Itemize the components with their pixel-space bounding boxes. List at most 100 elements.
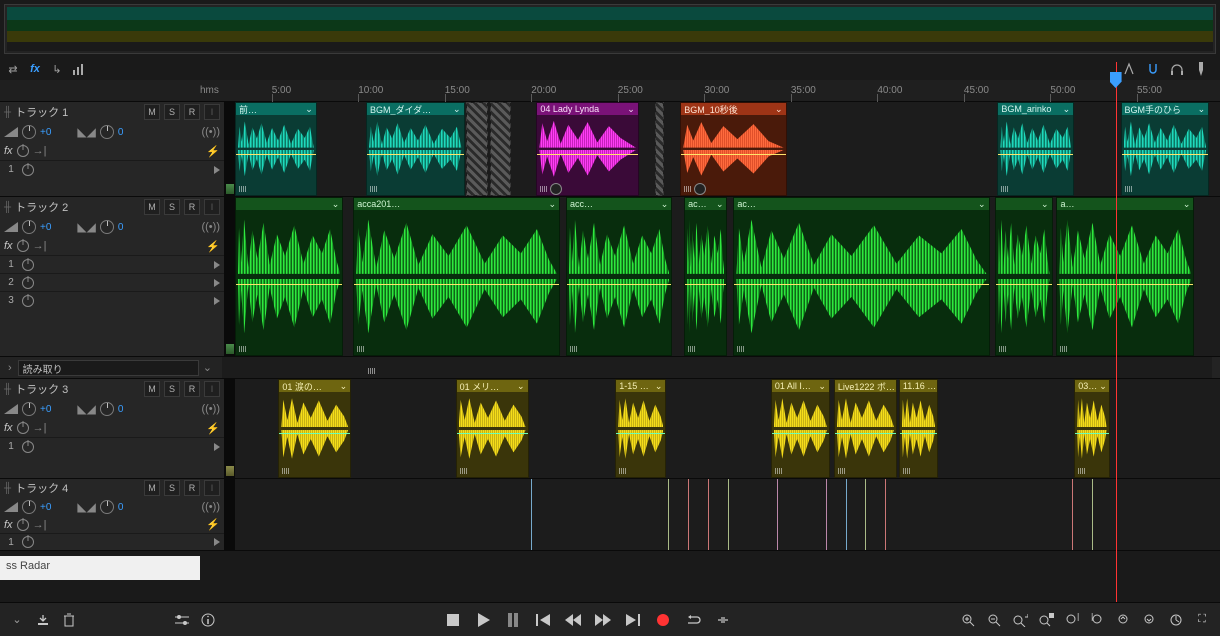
record-arm-button[interactable]: R [184, 104, 200, 120]
chevron-down-icon[interactable] [305, 104, 313, 115]
fx-label[interactable]: fx [4, 240, 13, 252]
send-expand-icon[interactable] [214, 538, 220, 546]
track-grip-icon[interactable]: ╫ [4, 107, 11, 118]
send-power-icon[interactable] [22, 259, 34, 271]
loop-button[interactable] [685, 612, 701, 628]
volume-value[interactable]: +0 [40, 404, 51, 415]
audio-clip[interactable]: acca201… [353, 197, 560, 356]
pause-button[interactable] [505, 612, 521, 628]
audio-clip[interactable]: BGM手のひら [1121, 102, 1210, 196]
monitor-input-button[interactable]: I [204, 480, 220, 496]
chevron-down-icon[interactable] [716, 199, 724, 210]
zoom-in-point-button[interactable]: | [1064, 612, 1080, 628]
clips-area[interactable]: 前…BGM_ダイダ…04 Lady LyndaBGM_10秒後BGM_arink… [235, 102, 1220, 196]
fx-label[interactable]: fx [4, 422, 13, 434]
zoom-full-button[interactable]: ⛶ [1194, 612, 1210, 628]
record-arm-button[interactable]: R [184, 199, 200, 215]
audio-clip[interactable]: ac… [684, 197, 727, 356]
audio-clip[interactable]: ac… [733, 197, 989, 356]
pan-value[interactable]: 0 [118, 502, 124, 513]
insert-icon[interactable]: →| [33, 145, 47, 157]
skip-end-button[interactable] [625, 612, 641, 628]
audio-clip[interactable]: 01 メリ… [456, 379, 529, 478]
audio-clip[interactable]: 11.16 … [899, 379, 938, 478]
audio-clip[interactable]: 04 Lady Lynda [536, 102, 638, 196]
audio-clip[interactable]: 前… [235, 102, 317, 196]
send-expand-icon[interactable] [214, 166, 220, 174]
info-icon[interactable] [199, 611, 217, 629]
monitor-input-button[interactable]: I [204, 381, 220, 397]
stereo-icon[interactable]: ((•)) [201, 221, 220, 233]
audio-clip[interactable]: BGM_10秒後 [680, 102, 786, 196]
audio-clip[interactable] [655, 102, 665, 196]
mute-button[interactable]: M [144, 480, 160, 496]
zoom-time-button[interactable] [1168, 612, 1184, 628]
audio-clip[interactable]: a… [1056, 197, 1194, 356]
chevron-down-icon[interactable] [1183, 199, 1191, 210]
chevron-down-icon[interactable] [1041, 199, 1049, 210]
lightning-icon[interactable]: ⚡ [206, 145, 220, 158]
zoom-amplitude-in-button[interactable] [1116, 612, 1132, 628]
fx-label[interactable]: fx [4, 145, 13, 157]
chevron-down-icon[interactable] [655, 381, 663, 392]
play-button[interactable] [475, 612, 491, 628]
chevron-right-icon[interactable]: › [8, 362, 12, 374]
skip-start-button[interactable] [535, 612, 551, 628]
pan-value[interactable]: 0 [118, 127, 124, 138]
audio-clip[interactable]: acc… [566, 197, 672, 356]
stereo-icon[interactable]: ((•)) [201, 501, 220, 513]
chevron-down-icon[interactable] [775, 104, 783, 115]
audio-clip[interactable]: BGM_arinko [997, 102, 1074, 196]
stereo-icon[interactable]: ((•)) [201, 403, 220, 415]
pan-knob[interactable] [100, 402, 114, 416]
chevron-down-icon[interactable] [517, 381, 525, 392]
import-icon[interactable] [34, 611, 52, 629]
lightning-icon[interactable]: ⚡ [206, 422, 220, 435]
mute-button[interactable]: M [144, 104, 160, 120]
chevron-down-icon[interactable] [332, 199, 340, 210]
solo-button[interactable]: S [164, 480, 180, 496]
audio-clip[interactable] [995, 197, 1052, 356]
track-grip-icon[interactable]: ╫ [4, 483, 11, 494]
volume-value[interactable]: +0 [40, 222, 51, 233]
audio-clip[interactable] [466, 102, 488, 196]
chevron-down-icon[interactable] [1063, 104, 1071, 115]
headphones-icon[interactable] [1168, 60, 1186, 78]
insert-icon[interactable]: →| [33, 519, 47, 531]
zoom-out-point-button[interactable]: | [1090, 612, 1106, 628]
volume-value[interactable]: +0 [40, 502, 51, 513]
playhead[interactable] [1116, 62, 1117, 602]
zoom-in-button[interactable] [960, 612, 976, 628]
chevron-down-icon[interactable] [340, 381, 348, 392]
zoom-amplitude-out-button[interactable] [1142, 612, 1158, 628]
audio-clip[interactable]: Live1222 ボ… [834, 379, 897, 478]
audio-clip[interactable]: 01 涙の… [278, 379, 351, 478]
overview-map[interactable] [4, 4, 1216, 54]
clip-fx-badge-icon[interactable] [694, 183, 706, 195]
send-power-icon[interactable] [22, 164, 34, 176]
swap-channels-icon[interactable]: ⇄ [4, 60, 22, 78]
levels-icon[interactable] [70, 60, 88, 78]
send-power-icon[interactable] [22, 277, 34, 289]
zoom-fit-all-button[interactable] [1012, 612, 1028, 628]
chevron-down-icon[interactable]: ⌄ [8, 611, 26, 629]
audio-clip[interactable] [490, 102, 511, 196]
send-expand-icon[interactable] [214, 297, 220, 305]
fx-power-icon[interactable] [17, 422, 29, 434]
record-arm-button[interactable]: R [184, 381, 200, 397]
send-power-icon[interactable] [22, 295, 34, 307]
record-button[interactable] [655, 612, 671, 628]
pan-knob[interactable] [100, 500, 114, 514]
lightning-icon[interactable]: ⚡ [206, 518, 220, 531]
solo-button[interactable]: S [164, 381, 180, 397]
automation-mode-select[interactable]: 読み取り [18, 360, 199, 376]
stop-button[interactable] [445, 612, 461, 628]
track-grip-icon[interactable]: ╫ [4, 202, 11, 213]
chevron-down-icon[interactable] [1099, 381, 1107, 392]
send-power-icon[interactable] [22, 536, 34, 548]
monitor-input-button[interactable]: I [204, 199, 220, 215]
insert-icon[interactable]: →| [33, 422, 47, 434]
audio-clip[interactable]: 03… [1074, 379, 1109, 478]
chevron-down-icon[interactable] [548, 199, 556, 210]
chevron-down-icon[interactable] [1198, 104, 1206, 115]
